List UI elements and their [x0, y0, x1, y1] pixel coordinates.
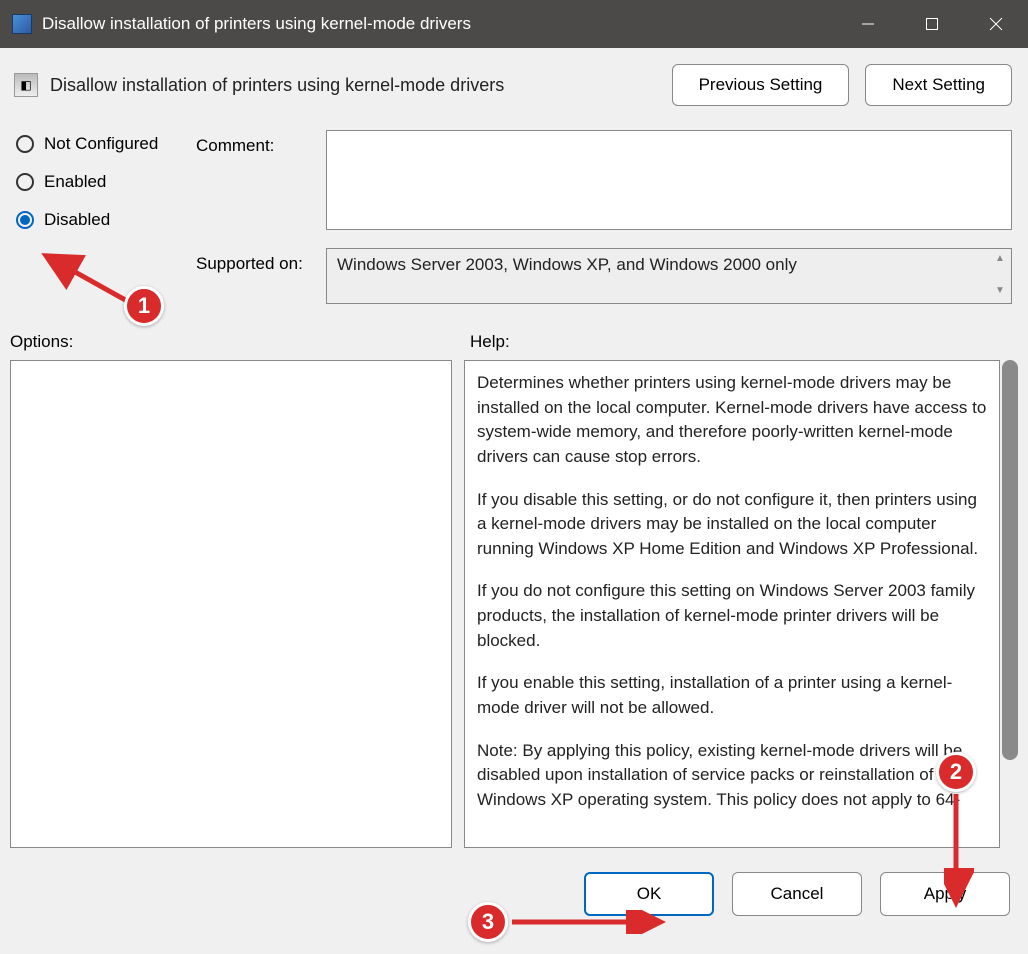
help-paragraph: Note: By applying this policy, existing …	[477, 739, 987, 813]
header-row: ◧ Disallow installation of printers usin…	[0, 48, 1028, 110]
annotation-arrow-3	[508, 910, 668, 934]
supported-on-label: Supported on:	[196, 248, 326, 304]
maximize-icon	[925, 17, 939, 31]
help-pane: Determines whether printers using kernel…	[464, 360, 1000, 848]
annotation-badge-1: 1	[124, 286, 164, 326]
policy-icon: ◧	[14, 73, 38, 97]
minimize-icon	[861, 17, 875, 31]
titlebar: Disallow installation of printers using …	[0, 0, 1028, 48]
help-paragraph: If you disable this setting, or do not c…	[477, 488, 987, 562]
help-label: Help:	[470, 332, 510, 352]
radio-enabled[interactable]: Enabled	[16, 172, 196, 192]
minimize-button[interactable]	[836, 0, 900, 48]
cancel-button[interactable]: Cancel	[732, 872, 862, 916]
annotation-badge-2: 2	[936, 752, 976, 792]
radio-enabled-label: Enabled	[44, 172, 106, 192]
previous-setting-button[interactable]: Previous Setting	[672, 64, 850, 106]
annotation-badge-3: 3	[468, 902, 508, 942]
window-title: Disallow installation of printers using …	[42, 14, 471, 34]
supported-on-value: Windows Server 2003, Windows XP, and Win…	[337, 255, 797, 274]
radio-not-configured-label: Not Configured	[44, 134, 158, 154]
options-pane	[10, 360, 452, 848]
maximize-button[interactable]	[900, 0, 964, 48]
radio-disabled-label: Disabled	[44, 210, 110, 230]
next-setting-button[interactable]: Next Setting	[865, 64, 1012, 106]
radio-icon	[16, 173, 34, 191]
scroll-up-icon[interactable]: ▲	[993, 253, 1007, 267]
radio-icon	[16, 135, 34, 153]
supported-on-field: Windows Server 2003, Windows XP, and Win…	[326, 248, 1012, 304]
comment-label: Comment:	[196, 130, 326, 230]
dialog-buttons: OK Cancel Apply	[0, 848, 1028, 916]
comment-field[interactable]	[326, 130, 1012, 230]
window-icon	[12, 14, 32, 34]
help-paragraph: Determines whether printers using kernel…	[477, 371, 987, 470]
policy-name: Disallow installation of printers using …	[50, 75, 504, 96]
close-button[interactable]	[964, 0, 1028, 48]
radio-icon	[16, 211, 34, 229]
radio-not-configured[interactable]: Not Configured	[16, 134, 196, 154]
scrollbar-thumb[interactable]	[1002, 360, 1018, 760]
help-paragraph: If you do not configure this setting on …	[477, 579, 987, 653]
scroll-down-icon[interactable]: ▼	[993, 285, 1007, 299]
options-label: Options:	[10, 332, 470, 352]
dialog-content: ◧ Disallow installation of printers usin…	[0, 48, 1028, 954]
help-scrollbar[interactable]	[1002, 360, 1018, 848]
radio-disabled[interactable]: Disabled	[16, 210, 196, 230]
close-icon	[989, 17, 1003, 31]
annotation-arrow-2	[944, 790, 974, 910]
help-paragraph: If you enable this setting, installation…	[477, 671, 987, 720]
